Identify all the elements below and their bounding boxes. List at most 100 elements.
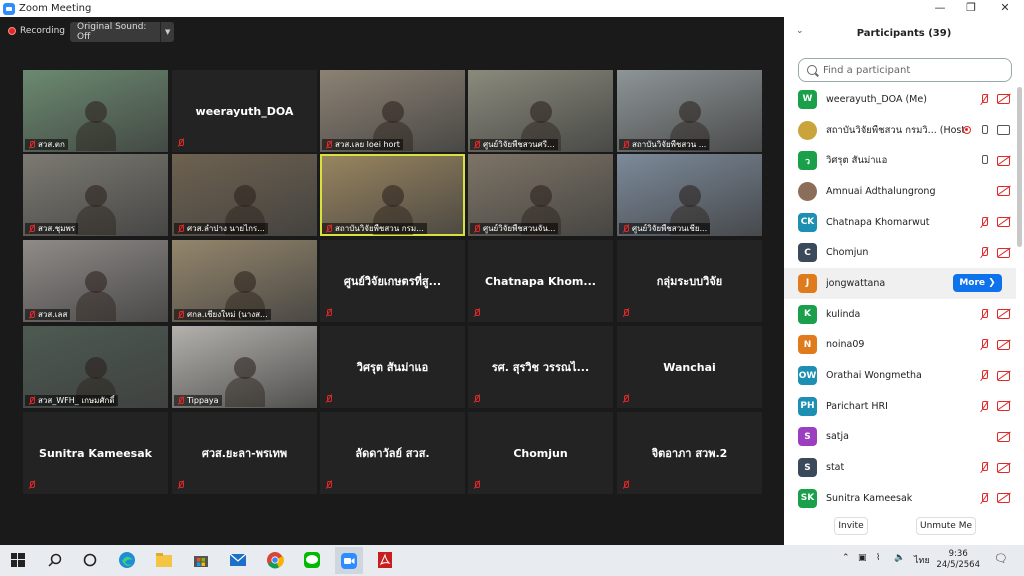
volume-icon[interactable]: 🔈	[894, 553, 905, 563]
participant-video-feed	[233, 357, 256, 380]
name-tile[interactable]: weerayuth_DOA	[172, 70, 317, 152]
name-tile[interactable]: ลัดดาวัลย์ สวส.	[320, 412, 465, 494]
video-tile[interactable]: สวส.ตก	[23, 70, 168, 152]
mail-icon[interactable]	[226, 549, 250, 571]
store-icon[interactable]	[189, 549, 213, 571]
video-tile[interactable]: ศกล.เชียงใหม่ (นางส...	[172, 240, 317, 322]
muted-mic-icon	[177, 310, 184, 319]
tile-caption: ศูนย์วิจัยพืชสวนศรี...	[470, 139, 558, 150]
muted-mic-icon	[473, 224, 480, 233]
participant-status-icons	[963, 115, 1010, 146]
tile-participant-name: Sunitra Kameesak	[39, 446, 152, 460]
recording-indicator[interactable]: Recording	[8, 23, 65, 39]
video-tile[interactable]: สวส.เลส	[23, 240, 168, 322]
participant-status-icons	[979, 483, 1010, 514]
name-tile[interactable]: จิตอาภา สวพ.2	[617, 412, 762, 494]
muted-mic-icon	[177, 396, 184, 405]
name-tile[interactable]: Chatnapa Khom...	[468, 240, 613, 322]
participant-video-feed	[529, 101, 552, 124]
scrollbar[interactable]	[1017, 87, 1022, 247]
participant-name: สถาบันวิจัยพืชสวน กรมวิ... (Host)	[826, 124, 966, 136]
edge-icon[interactable]	[115, 549, 139, 571]
video-tile[interactable]: ศูนย์วิจัยพืชสวนเชีย...	[617, 154, 762, 236]
name-tile[interactable]: กลุ่มระบบวิจัย	[617, 240, 762, 322]
muted-mic-icon	[979, 308, 989, 320]
minimize-button[interactable]: —	[925, 0, 955, 17]
zoom-icon[interactable]	[335, 547, 363, 574]
name-tile[interactable]: ศวส.ยะลา-พรเทพ	[172, 412, 317, 494]
mic-icon	[979, 155, 989, 166]
video-tile[interactable]: ศวส.ลำปาง นายไกร...	[172, 154, 317, 236]
close-button[interactable]: ✕	[990, 0, 1020, 17]
video-off-icon	[997, 401, 1010, 412]
participant-status-icons	[979, 360, 1010, 391]
participant-search[interactable]	[798, 58, 1012, 82]
chevron-down-icon[interactable]: ▼	[165, 28, 170, 36]
participant-row[interactable]: สถาบันวิจัยพืชสวน กรมวิ... (Host)	[784, 115, 1016, 146]
video-tile[interactable]: ศูนย์วิจัยพืชสวนจัน...	[468, 154, 613, 236]
muted-mic-icon	[622, 395, 629, 403]
tile-caption-text: สถาบันวิจัยพืชสวน กรม...	[335, 224, 424, 233]
invite-button[interactable]: Invite	[834, 517, 868, 535]
name-tile[interactable]: Wanchai	[617, 326, 762, 408]
video-tile[interactable]: สวส.เลย loei hort	[320, 70, 465, 152]
muted-mic-icon	[979, 400, 989, 412]
search-input[interactable]	[823, 64, 1003, 76]
original-sound-button[interactable]: Original Sound: Off ▼	[70, 22, 174, 42]
participant-row[interactable]: Nnoina09	[784, 330, 1016, 361]
name-tile[interactable]: วิศรุต สันม่าแอ	[320, 326, 465, 408]
participant-row[interactable]: Amnuai Adthalungrong	[784, 176, 1016, 207]
more-button[interactable]: More ❯	[953, 274, 1002, 293]
participant-status-icons	[979, 391, 1010, 422]
muted-mic-icon	[325, 395, 332, 403]
video-off-icon	[997, 217, 1010, 228]
video-tile[interactable]: สถาบันวิจัยพืชสวน กรม...	[320, 154, 465, 236]
system-clock[interactable]: 9:36 24/5/2564	[936, 549, 980, 571]
participant-row[interactable]: ว วิศรุต สันม่าแอ	[784, 145, 1016, 176]
chevron-up-icon[interactable]: ⌃	[842, 553, 850, 563]
participant-row[interactable]: SK Sunitra Kameesak	[784, 483, 1016, 514]
video-tile[interactable]: ศูนย์วิจัยพืชสวนศรี...	[468, 70, 613, 152]
maximize-button[interactable]: ❐	[956, 0, 986, 17]
participant-row[interactable]: OW Orathai Wongmetha	[784, 360, 1016, 391]
unmute-me-button[interactable]: Unmute Me	[916, 517, 976, 535]
file-explorer-icon[interactable]	[152, 549, 176, 571]
acrobat-icon[interactable]	[373, 549, 397, 571]
windows-icon[interactable]	[6, 549, 30, 571]
participant-row[interactable]: Ssatja	[784, 422, 1016, 453]
video-tile[interactable]: สวส.ชุมพร	[23, 154, 168, 236]
recording-dot-icon	[8, 27, 16, 35]
participant-row[interactable]: Wweerayuth_DOA (Me)	[784, 84, 1016, 115]
muted-mic-icon	[979, 370, 989, 381]
tile-caption: ศูนย์วิจัยพืชสวนจัน...	[470, 223, 559, 234]
tile-caption: Tippaya	[174, 395, 222, 406]
participant-silhouette	[75, 290, 116, 321]
notification-icon[interactable]: 🗨	[994, 552, 1008, 565]
video-tile[interactable]: Tippaya	[172, 326, 317, 408]
participant-name: Chatnapa Khomarwut	[826, 216, 930, 228]
participant-row[interactable]: Kkulinda	[784, 299, 1016, 330]
network-icon[interactable]: ⌇	[876, 553, 880, 563]
video-tile[interactable]: สวส_WFH_ เกษมศักดิ์	[23, 326, 168, 408]
tile-caption-text: ศกล.เชียงใหม่ (นางส...	[187, 310, 268, 319]
participant-row[interactable]: Jjongwattana More ❯	[784, 268, 1016, 299]
participant-row[interactable]: CK Chatnapa Khomarwut	[784, 207, 1016, 238]
participant-row[interactable]: PH Parichart HRI	[784, 391, 1016, 422]
language-indicator[interactable]: ไทย	[914, 553, 930, 567]
display-icon[interactable]: ▣	[858, 553, 867, 563]
participant-row[interactable]: C Chomjun	[784, 237, 1016, 268]
muted-mic-icon	[979, 462, 989, 473]
name-tile[interactable]: ศูนย์วิจัยเกษตรที่สู...	[320, 240, 465, 322]
chrome-icon[interactable]	[263, 549, 287, 571]
collapse-chevron-icon[interactable]: ⌄	[796, 26, 804, 36]
clock-time: 9:36	[948, 549, 968, 559]
cortana-icon[interactable]	[78, 549, 102, 571]
name-tile[interactable]: รศ. สุรวิช วรรณไ...	[468, 326, 613, 408]
line-icon[interactable]	[300, 549, 324, 571]
name-tile[interactable]: Chomjun	[468, 412, 613, 494]
video-tile[interactable]: สถาบันวิจัยพืชสวน ...	[617, 70, 762, 152]
search-icon[interactable]	[43, 549, 67, 571]
participant-row[interactable]: Sstat	[784, 452, 1016, 483]
avatar	[798, 181, 817, 201]
name-tile[interactable]: Sunitra Kameesak	[23, 412, 168, 494]
